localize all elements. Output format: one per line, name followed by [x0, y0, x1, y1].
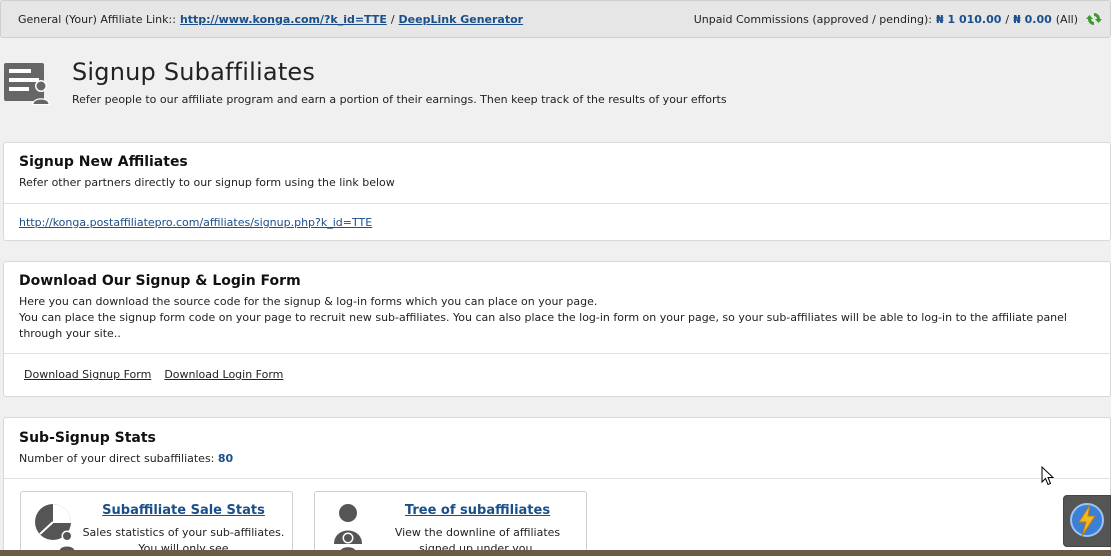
download-panel-desc-2: You can place the signup form code on yo… [19, 311, 1067, 340]
signup-panel-desc: Refer other partners directly to our sig… [19, 176, 395, 189]
refresh-icon[interactable] [1086, 11, 1102, 27]
commission-slash: / [1005, 12, 1010, 26]
link-divider: / [390, 12, 395, 26]
page-header: Signup Subaffiliates Refer people to our… [0, 55, 1111, 125]
commission-scope: (All) [1055, 12, 1078, 26]
affiliate-link-label: General (Your) Affiliate Link:: [18, 12, 176, 26]
deeplink-generator-link[interactable]: DeepLink Generator [399, 13, 524, 26]
card-title[interactable]: Subaffiliate Sale Stats [81, 503, 286, 518]
download-panel-title: Download Our Signup & Login Form [19, 273, 301, 289]
download-forms-panel: Download Our Signup & Login Form Here yo… [3, 261, 1111, 397]
download-links: Download Signup Form Download Login Form [24, 368, 283, 381]
page-title: Signup Subaffiliates [72, 58, 316, 86]
user-tree-icon [327, 502, 373, 552]
approved-commission: ₦ 1 010.00 [936, 12, 1002, 26]
divider [4, 478, 1110, 479]
download-signup-form-link[interactable]: Download Signup Form [24, 368, 151, 381]
tree-of-subaffiliates-card[interactable]: Tree of subaffiliates View the downline … [314, 491, 587, 556]
subaffiliate-form-icon [3, 59, 51, 107]
page-subtitle: Refer people to our affiliate program an… [72, 93, 727, 106]
divider [4, 203, 1110, 204]
affiliate-link-section: General (Your) Affiliate Link:: http://w… [18, 13, 523, 26]
stats-panel-title: Sub-Signup Stats [19, 430, 156, 446]
lightning-icon [1069, 500, 1105, 543]
divider [4, 353, 1110, 354]
pending-commission: ₦ 0.00 [1013, 12, 1052, 26]
subaffiliate-count: 80 [217, 452, 234, 465]
lightning-widget-button[interactable] [1063, 495, 1111, 547]
download-login-form-link[interactable]: Download Login Form [164, 368, 283, 381]
sub-signup-stats-panel: Sub-Signup Stats Number of your direct s… [3, 417, 1111, 556]
bottom-edge [0, 550, 1111, 556]
subaffiliate-sale-stats-card[interactable]: Subaffiliate Sale Stats Sales statistics… [20, 491, 293, 556]
pie-chart-user-icon [33, 502, 79, 552]
mouse-cursor-icon [1041, 465, 1055, 486]
signup-panel-title: Signup New Affiliates [19, 154, 188, 170]
affiliate-topbar: General (Your) Affiliate Link:: http://w… [0, 0, 1111, 38]
download-panel-desc-1: Here you can download the source code fo… [19, 295, 598, 308]
commissions-section: Unpaid Commissions (approved / pending):… [694, 11, 1102, 27]
affiliate-link[interactable]: http://www.konga.com/?k_id=TTE [180, 13, 387, 26]
subaffiliate-count-label: Number of your direct subaffiliates: [19, 452, 215, 465]
subaffiliate-count-line: Number of your direct subaffiliates: 80 [19, 451, 1099, 467]
signup-form-link[interactable]: http://konga.postaffiliatepro.com/affili… [19, 216, 372, 229]
signup-new-affiliates-panel: Signup New Affiliates Refer other partne… [3, 142, 1111, 241]
card-title[interactable]: Tree of subaffiliates [375, 503, 580, 518]
commissions-label: Unpaid Commissions (approved / pending): [693, 12, 932, 26]
